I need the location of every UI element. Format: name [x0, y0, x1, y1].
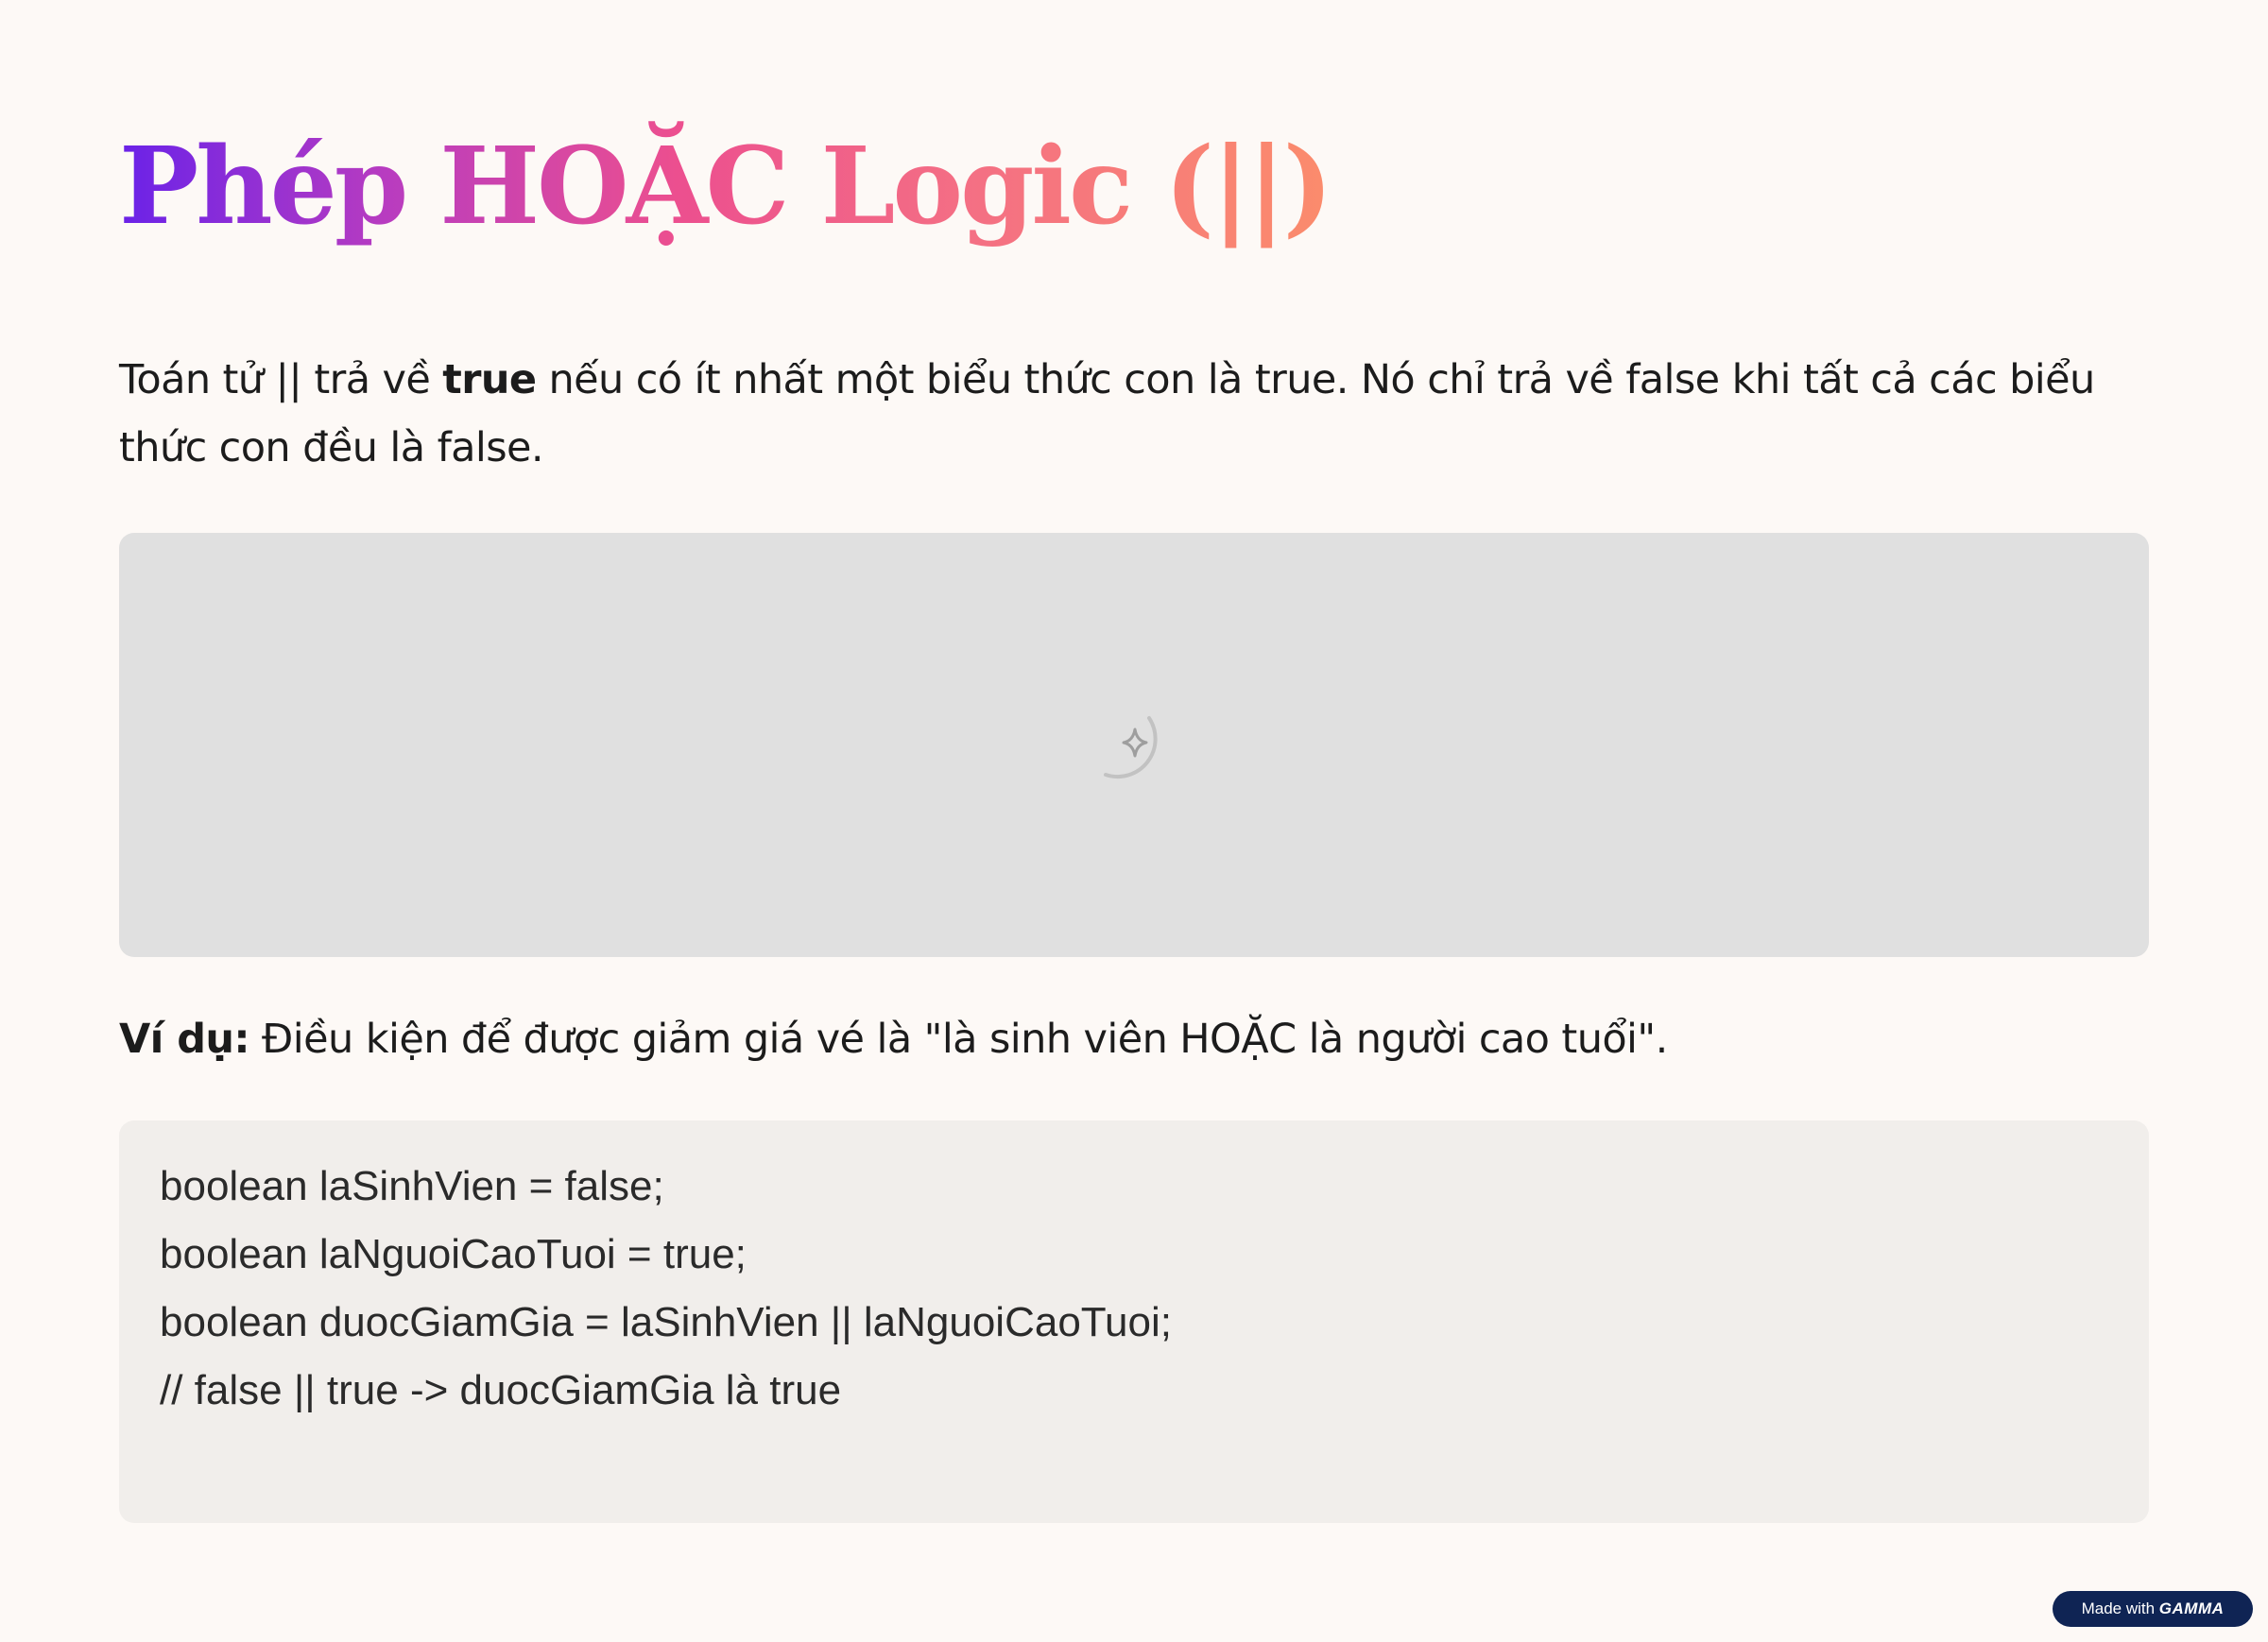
made-with-gamma-badge[interactable]: Made with GAMMA	[2053, 1591, 2253, 1627]
intro-paragraph: Toán tử || trả về true nếu có ít nhất mộ…	[119, 346, 2160, 482]
badge-prefix: Made with	[2081, 1599, 2159, 1617]
intro-bold-true: true	[442, 356, 537, 403]
example-text: Điều kiện để được giảm giá vé là "là sin…	[249, 1016, 1668, 1063]
code-line: boolean laNguoiCaoTuoi = true;	[160, 1231, 747, 1277]
code-block: boolean laSinhVien = false; boolean laNg…	[119, 1120, 2149, 1523]
example-label: Ví dụ:	[119, 1016, 250, 1063]
sparkle-loading-icon	[1104, 716, 1158, 778]
code-line: // false || true -> duocGiamGia là true	[160, 1367, 842, 1413]
code-line: boolean duocGiamGia = laSinhVien || laNg…	[160, 1299, 1172, 1345]
slide-title: Phép HOẶC Logic (||)	[119, 111, 1333, 263]
example-paragraph: Ví dụ: Điều kiện để được giảm giá vé là …	[119, 1005, 1668, 1073]
code-line: boolean laSinhVien = false;	[160, 1163, 664, 1209]
gamma-logo-text: GAMMA	[2158, 1599, 2225, 1617]
intro-text-before: Toán tử || trả về	[119, 356, 443, 403]
